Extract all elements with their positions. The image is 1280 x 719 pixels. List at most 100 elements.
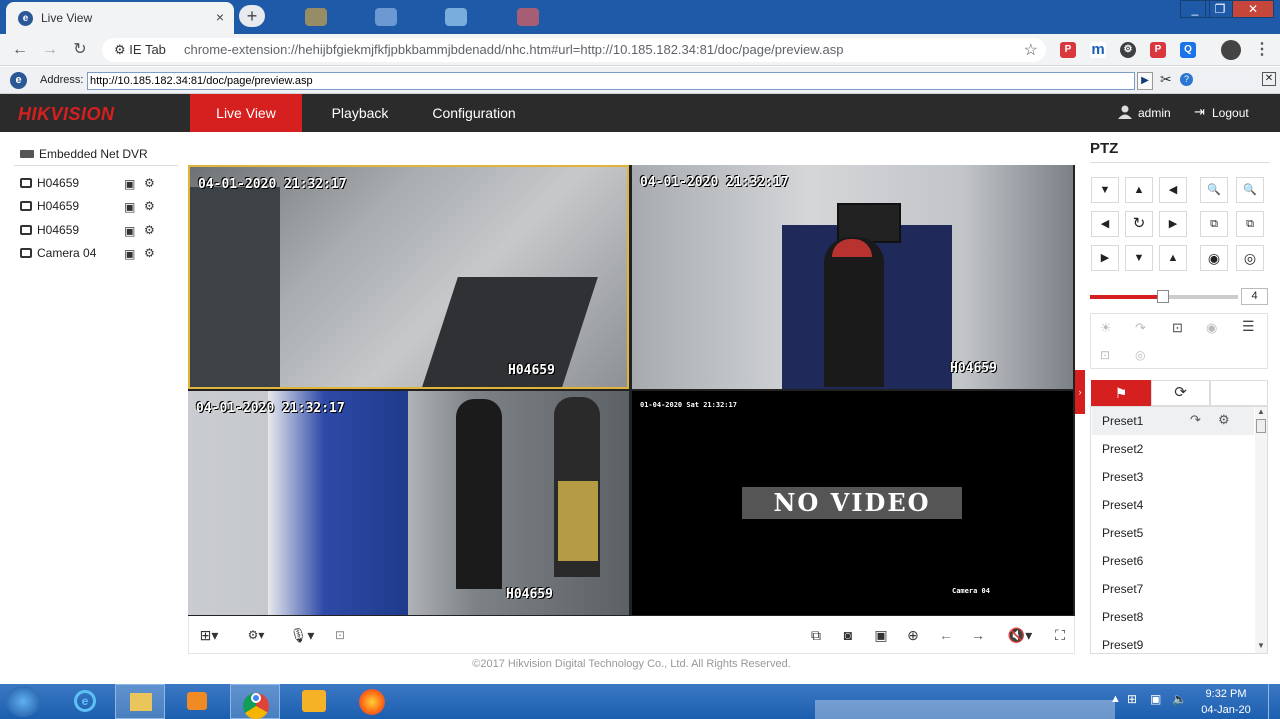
- camera-item[interactable]: H04659: [20, 174, 79, 192]
- tray-network-icon[interactable]: ▣: [1150, 692, 1161, 706]
- pan-right-icon[interactable]: ▶: [1159, 211, 1187, 237]
- iris-open-icon[interactable]: ◎: [1236, 245, 1264, 271]
- m-extension-icon[interactable]: m: [1090, 42, 1106, 58]
- preset-item[interactable]: Preset2: [1092, 435, 1254, 463]
- auxiliary-focus-icon[interactable]: ⊡: [1172, 320, 1183, 336]
- tools-icon[interactable]: ✂: [1160, 71, 1172, 88]
- pan-down-icon[interactable]: ▼: [1125, 245, 1153, 271]
- pan-up-left-icon[interactable]: ▼: [1091, 177, 1119, 203]
- chrome-taskbar-icon[interactable]: [230, 684, 280, 719]
- scroll-thumb[interactable]: [1256, 419, 1266, 433]
- focus-near-icon[interactable]: ⧉: [1200, 211, 1228, 237]
- reload-icon[interactable]: ↻: [70, 40, 90, 60]
- zoom-in-ptz-icon[interactable]: 🔍: [1236, 177, 1264, 203]
- preset-item[interactable]: Preset5: [1092, 519, 1254, 547]
- stream-settings-icon[interactable]: ⚙: [144, 176, 155, 190]
- maximize-button[interactable]: ❐: [1205, 0, 1235, 18]
- profile-avatar[interactable]: [1221, 40, 1241, 60]
- zoom-in-icon[interactable]: ⊕: [903, 625, 923, 645]
- preset-item[interactable]: Preset8: [1092, 603, 1254, 631]
- tray-volume-icon[interactable]: 🔈: [1172, 692, 1187, 706]
- pan-up-icon[interactable]: ▲: [1125, 177, 1153, 203]
- video-pane[interactable]: 01-04-2020 Sat 21:32:17 NO VIDEO Camera …: [632, 391, 1073, 615]
- device-root[interactable]: Embedded Net DVR: [20, 145, 148, 163]
- media-player-taskbar-icon[interactable]: [172, 684, 222, 719]
- tab-close-icon[interactable]: ×: [216, 9, 224, 25]
- preset-item[interactable]: Preset6: [1092, 547, 1254, 575]
- tab-presets[interactable]: ⚑: [1091, 380, 1151, 406]
- omnibox-url[interactable]: chrome-extension://hehijbfgiekmjfkfjpbkb…: [184, 42, 843, 57]
- volume-icon[interactable]: 🔇▾: [1000, 625, 1040, 645]
- preset-item[interactable]: Preset1: [1092, 407, 1254, 435]
- logout-link[interactable]: Logout: [1212, 106, 1249, 120]
- fullscreen-icon[interactable]: ⛶: [1050, 625, 1070, 645]
- video-pane[interactable]: 04-01-2020 21:32:17 H04659: [188, 391, 629, 615]
- close-window-button[interactable]: ✕: [1232, 0, 1274, 18]
- go-arrow-icon[interactable]: ▶: [1137, 72, 1153, 90]
- stream-type-icon[interactable]: ⚙▾: [240, 625, 272, 645]
- pan-up-right-icon[interactable]: ◀: [1159, 177, 1187, 203]
- preset-item[interactable]: Preset7: [1092, 575, 1254, 603]
- pdf-extension-icon[interactable]: P: [1060, 42, 1076, 58]
- speed-value[interactable]: 4: [1241, 288, 1268, 305]
- firefox-taskbar-icon[interactable]: [346, 684, 396, 719]
- next-page-icon[interactable]: →: [968, 625, 988, 645]
- lens-init-icon[interactable]: ◉: [1206, 320, 1217, 336]
- light-icon[interactable]: ☀: [1100, 320, 1112, 336]
- ie-address-input[interactable]: [87, 72, 1135, 90]
- tab-playback[interactable]: Playback: [318, 94, 402, 132]
- preset-scrollbar[interactable]: ▲ ▼: [1255, 407, 1267, 653]
- menu-kebab-icon[interactable]: ⋮: [1252, 40, 1272, 60]
- camera-item[interactable]: Camera 04: [20, 244, 96, 262]
- zoom-out-icon[interactable]: 🔍: [1200, 177, 1228, 203]
- gear-extension-icon[interactable]: ⚙: [1120, 42, 1136, 58]
- record-icon[interactable]: ▣: [124, 177, 135, 191]
- camera-item[interactable]: H04659: [20, 197, 79, 215]
- record-icon[interactable]: ▣: [124, 247, 135, 261]
- iris-close-icon[interactable]: ◉: [1200, 245, 1228, 271]
- video-pane[interactable]: 04-01-2020 21:32:17 H04659: [188, 165, 629, 389]
- speed-slider-track[interactable]: [1090, 290, 1238, 303]
- record-icon[interactable]: ▣: [124, 224, 135, 238]
- preset-item[interactable]: Preset9: [1092, 631, 1254, 653]
- camera-capture-icon[interactable]: ◙: [838, 625, 858, 645]
- browser-tab[interactable]: e Live View ×: [6, 2, 234, 34]
- 3d-positioning-icon[interactable]: ◎: [1135, 348, 1145, 362]
- collapse-panel-handle[interactable]: ›: [1075, 370, 1085, 414]
- record-icon[interactable]: ▣: [124, 200, 135, 214]
- ie-taskbar-icon[interactable]: e: [60, 684, 110, 719]
- start-button[interactable]: [6, 686, 40, 717]
- pdf-extension-icon-2[interactable]: P: [1150, 42, 1166, 58]
- new-tab-button[interactable]: +: [239, 5, 265, 27]
- tab-configuration[interactable]: Configuration: [420, 94, 528, 132]
- speed-slider-handle[interactable]: [1157, 290, 1169, 303]
- omnibox[interactable]: ⚙ IE Tab chrome-extension://hehijbfgiekm…: [102, 38, 1046, 62]
- logout-icon[interactable]: ⇥: [1194, 104, 1205, 120]
- pan-down-left-icon[interactable]: ▶: [1091, 245, 1119, 271]
- help-icon[interactable]: ?: [1180, 73, 1193, 86]
- preset-item[interactable]: Preset3: [1092, 463, 1254, 491]
- bookmark-star-icon[interactable]: ☆: [1024, 40, 1038, 60]
- preset-item[interactable]: Preset4: [1092, 491, 1254, 519]
- window-layout-icon[interactable]: ⊞▾: [194, 625, 224, 645]
- tab-patrol[interactable]: ⟳: [1151, 380, 1210, 406]
- search-extension-icon[interactable]: Q: [1180, 42, 1196, 58]
- scroll-down-icon[interactable]: ▼: [1257, 641, 1265, 650]
- stream-settings-icon[interactable]: ⚙: [144, 246, 155, 260]
- camera-item[interactable]: H04659: [20, 221, 79, 239]
- video-pane[interactable]: 04-01-2020 21:32:17 H04659: [632, 165, 1073, 389]
- stop-all-icon[interactable]: ⧉: [806, 625, 826, 645]
- show-desktop-button[interactable]: [1268, 684, 1280, 719]
- call-preset-icon[interactable]: ↷: [1190, 412, 1201, 428]
- scroll-up-icon[interactable]: ▲: [1257, 407, 1265, 416]
- taskbar-time[interactable]: 9:32 PM: [1196, 688, 1256, 700]
- microphone-icon[interactable]: 🎙▾: [286, 625, 318, 645]
- auto-pan-icon[interactable]: ↻: [1125, 211, 1153, 237]
- pan-left-icon[interactable]: ◀: [1091, 211, 1119, 237]
- ptz-mode-icon[interactable]: ⊡: [330, 625, 350, 645]
- stream-settings-icon[interactable]: ⚙: [144, 223, 155, 237]
- regional-focus-icon[interactable]: ⊡: [1100, 348, 1110, 362]
- set-preset-icon[interactable]: ⚙: [1218, 412, 1230, 428]
- stream-settings-icon[interactable]: ⚙: [144, 199, 155, 213]
- close-ie-bar-icon[interactable]: ✕: [1262, 72, 1276, 86]
